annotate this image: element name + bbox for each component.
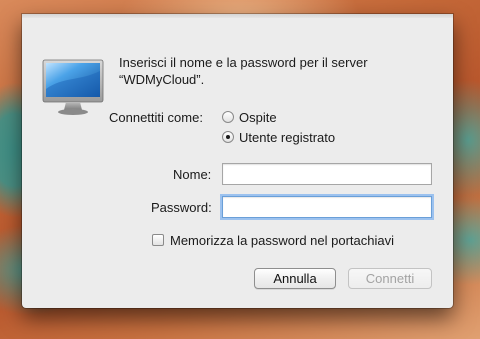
radio-guest[interactable] — [222, 111, 234, 123]
login-dialog: Inserisci il nome e la password per il s… — [22, 14, 453, 308]
remember-checkbox[interactable] — [152, 234, 164, 246]
remember-checkbox-label[interactable]: Memorizza la password nel portachiavi — [170, 233, 394, 248]
radio-registered-user[interactable] — [222, 131, 234, 143]
dialog-top-edge — [22, 14, 453, 18]
radio-guest-label[interactable]: Ospite — [239, 110, 277, 125]
dialog-message: Inserisci il nome e la password per il s… — [119, 55, 368, 87]
name-label: Nome: — [173, 167, 212, 182]
name-input[interactable] — [222, 163, 432, 185]
radio-registered-user-label[interactable]: Utente registrato — [239, 130, 335, 145]
password-label: Password: — [151, 200, 212, 215]
cancel-button[interactable]: Annulla — [254, 268, 336, 289]
connect-as-label: Connettiti come: — [109, 110, 203, 125]
password-input[interactable] — [222, 196, 432, 218]
connect-button[interactable]: Connetti — [348, 268, 432, 289]
monitor-icon — [42, 59, 104, 115]
